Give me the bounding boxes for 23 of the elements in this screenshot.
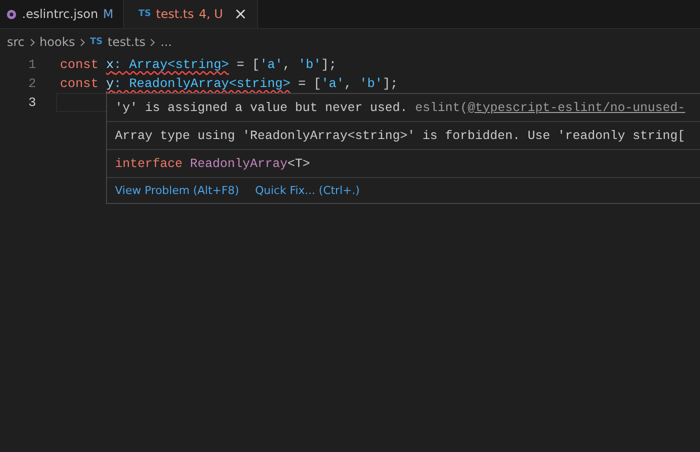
line-number: 2 <box>27 76 37 91</box>
line-number: 3 <box>27 95 37 110</box>
ts-file-icon: TS <box>138 9 152 19</box>
close-icon[interactable]: × <box>234 6 248 22</box>
type-signature: interface ReadonlyArray<T> <box>115 156 310 170</box>
action-link[interactable]: Quick Fix... (Ctrl+.) <box>255 184 360 197</box>
chevron-icon <box>30 38 35 46</box>
problem-message: 'y' is assigned a value but never used. eslint( <box>115 100 468 114</box>
breadcrumb-item[interactable]: src <box>7 35 25 49</box>
breadcrumb-item[interactable]: hooks <box>40 35 76 49</box>
breadcrumb-item[interactable]: test.ts <box>108 35 146 49</box>
line-number: 1 <box>27 57 37 72</box>
problem-message: Array type using 'ReadonlyArray<string>' is forbidden. Use 'readonly string[ <box>115 128 686 142</box>
code-line: const x: Array<string> = ['a', 'b']; <box>60 57 336 72</box>
chevron-icon <box>150 38 156 46</box>
breadcrumb-item[interactable]: ... <box>160 35 172 49</box>
code-line: const y: ReadonlyArray<string> = ['a', 'b']; <box>60 76 398 91</box>
rule-link[interactable]: @typescript-eslint/no-unused- <box>468 100 686 114</box>
circle-icon <box>6 8 17 20</box>
editor-tab[interactable]: TS test.ts 4, U × <box>124 0 258 28</box>
ts-file-icon: TS <box>90 37 103 47</box>
chevron-icon <box>80 38 86 46</box>
action-link[interactable]: View Problem (Alt+F8) <box>115 184 240 197</box>
